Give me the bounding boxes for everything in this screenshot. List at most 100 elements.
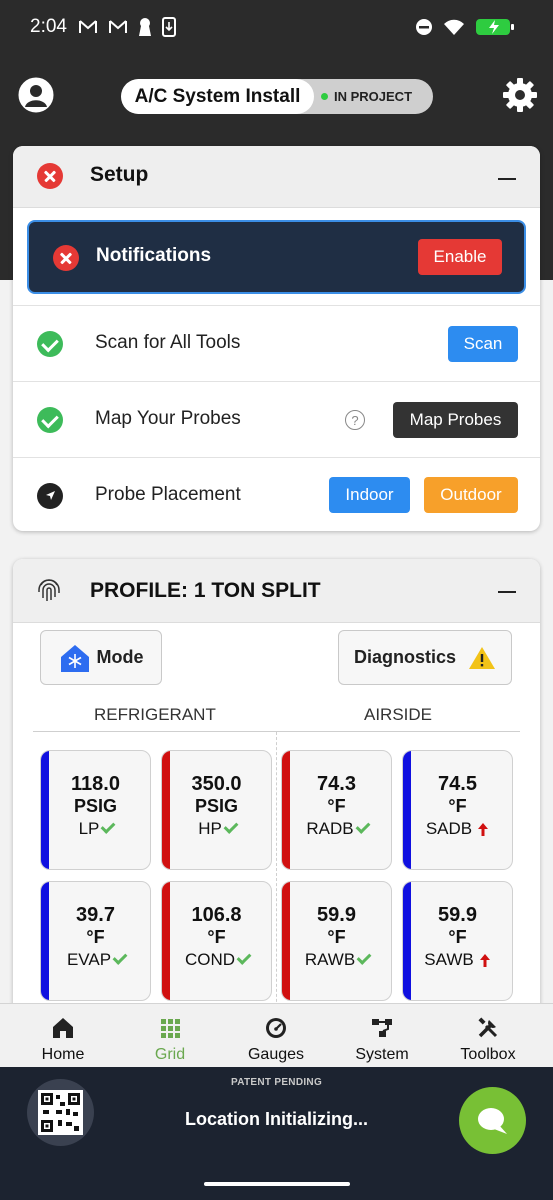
do-not-disturb-icon [416,19,432,35]
download-icon [162,17,176,37]
map-probes-button[interactable]: Map Probes [393,402,518,438]
collapse-icon[interactable] [498,178,516,180]
probe-color-bar [41,751,49,869]
measurement-unit: °F [207,927,226,947]
probe-color-bar [41,882,49,1000]
measurement-name: RAWB [304,950,356,969]
measurement-tile[interactable]: 74.3 °F RADB [281,750,392,870]
check-icon [112,950,128,965]
project-title-pill[interactable]: A/C System Install IN PROJECT [121,79,433,114]
measurement-tile[interactable]: 59.9 °F SAWB [402,881,513,1001]
measurement-name: RADB [306,819,354,838]
probe-color-bar [162,882,170,1000]
probe-color-bar [403,751,411,869]
check-icon [223,819,239,834]
enable-button[interactable]: Enable [418,239,502,275]
wifi-icon [444,19,464,35]
check-icon [356,950,372,965]
arrow-up-icon [478,822,489,836]
project-status-label: IN PROJECT [334,89,413,104]
measurement-unit: PSIG [194,796,238,816]
warning-icon [469,646,496,669]
setup-card: Setup Notifications Enable Scan for All … [13,146,540,531]
nav-toolbox[interactable]: Toolbox [443,1004,533,1068]
probe-placement-label: Probe Placement [95,484,241,505]
measurement-tile[interactable]: 59.9 °F RAWB [281,881,392,1001]
outdoor-button[interactable]: Outdoor [424,477,518,513]
check-icon [100,819,116,834]
collapse-icon[interactable] [498,591,516,593]
measurement-name: SAWB [424,950,474,969]
gear-icon[interactable] [501,76,539,114]
profile-card-header[interactable]: PROFILE: 1 TON SPLIT [13,559,540,623]
nav-gauges[interactable]: Gauges [231,1004,321,1068]
scan-label: Scan for All Tools [95,332,241,353]
scan-button[interactable]: Scan [448,326,518,362]
measurement-name-row: RAWB [282,950,391,970]
measurement-value: 118.0 [71,773,120,795]
probe-color-bar [403,882,411,1000]
notifications-row: Notifications Enable [27,220,526,294]
measurement-name: HP [198,819,222,838]
indoor-button[interactable]: Indoor [329,477,410,513]
profile-avatar-icon[interactable] [18,77,54,113]
map-probes-row: Map Your Probes ? Map Probes [13,381,540,457]
gmail-icon [79,20,97,33]
measurement-name: SADB [425,819,473,838]
navigation-arrow-icon [37,483,63,509]
measurement-unit: °F [86,927,105,947]
project-status-badge: IN PROJECT [321,79,412,114]
mode-button[interactable]: Mode [40,630,162,685]
probe-color-bar [282,882,290,1000]
nav-system-label: System [355,1046,409,1063]
measurement-name: LP [78,819,100,838]
footer-bar: PATENT PENDING Location Initializing... [0,1067,553,1200]
measurement-unit: °F [448,796,467,816]
check-icon [355,819,371,834]
profile-title: PROFILE: 1 TON SPLIT [90,579,321,602]
measurement-tile[interactable]: 106.8 °F COND [161,881,272,1001]
measurement-unit: °F [448,927,467,947]
help-icon[interactable]: ? [345,410,365,430]
measurement-tile[interactable]: 74.5 °F SADB [402,750,513,870]
measurement-value: 59.9 [317,904,356,926]
status-time: 2:04 [30,16,67,37]
error-icon [53,245,79,271]
system-icons [415,17,517,37]
measurement-value: 59.9 [438,904,477,926]
nav-home[interactable]: Home [18,1004,108,1068]
measurement-value: 74.5 [438,773,477,795]
grid-icon [161,1019,180,1038]
patent-pending-label: PATENT PENDING [230,1077,323,1088]
scan-row: Scan for All Tools Scan [13,305,540,381]
measurement-value: 106.8 [191,904,242,926]
project-title: A/C System Install [121,79,314,114]
mode-label: Mode [96,647,144,667]
home-icon [53,1018,73,1038]
measurement-value: 350.0 [191,773,242,795]
arrow-up-icon [479,953,490,967]
fingerprint-icon [38,579,60,601]
diagnostics-button[interactable]: Diagnostics [338,630,512,685]
measurement-name: EVAP [66,950,112,969]
nav-grid[interactable]: Grid [125,1004,215,1068]
probe-placement-row: Probe Placement Indoor Outdoor [13,457,540,531]
bottom-navigation: Home Grid Gauges System Toolbox [0,1003,553,1067]
setup-card-header[interactable]: Setup [13,146,540,208]
measurement-tile[interactable]: 39.7 °F EVAP [40,881,151,1001]
keyhole-icon [139,18,151,36]
chat-bubble-icon [478,1108,507,1134]
measurement-name-row: EVAP [41,950,150,970]
tools-icon [478,1017,498,1038]
status-dot-icon [321,93,328,100]
measurement-value: 39.7 [76,904,115,926]
measurement-unit: °F [327,927,346,947]
check-icon [37,331,63,357]
chat-button[interactable] [459,1087,526,1154]
nav-home-label: Home [41,1046,85,1063]
measurement-tile[interactable]: 350.0 PSIG HP [161,750,272,870]
measurement-name-row: SADB [403,819,512,839]
measurement-tile[interactable]: 118.0 PSIG LP [40,750,151,870]
check-icon [236,950,252,965]
nav-system[interactable]: System [337,1004,427,1068]
